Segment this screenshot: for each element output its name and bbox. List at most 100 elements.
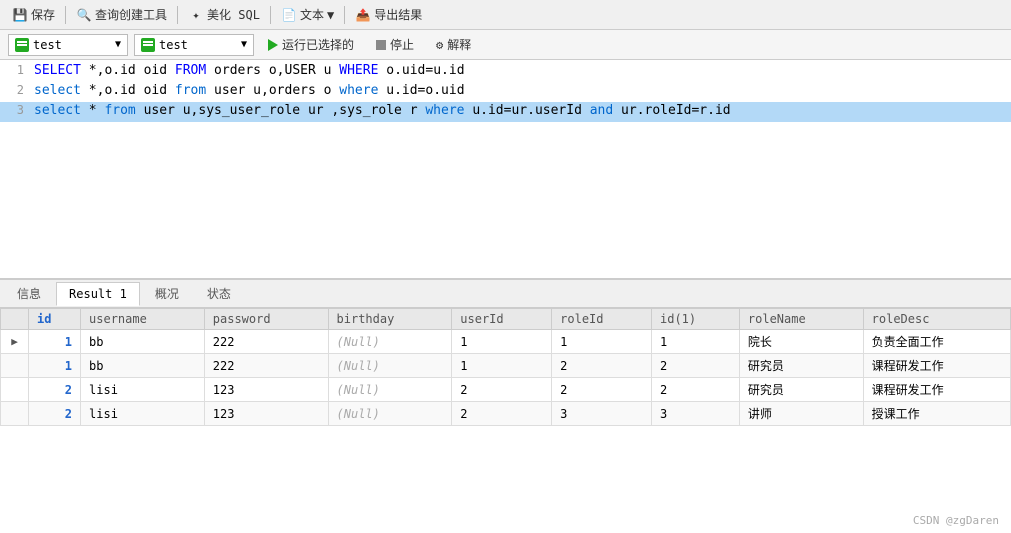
run-button[interactable]: 运行已选择的 bbox=[260, 34, 362, 55]
tab-result1[interactable]: Result 1 bbox=[56, 282, 140, 306]
table-cell: 2 bbox=[652, 354, 740, 378]
db2-select[interactable]: test ▼ bbox=[134, 34, 254, 56]
table-cell: 2 bbox=[452, 378, 552, 402]
table-cell: 院长 bbox=[739, 330, 863, 354]
table-cell: 2 bbox=[29, 402, 81, 426]
table-row: 2lisi123(Null)233讲师授课工作 bbox=[1, 402, 1011, 426]
editor-line-2: 2 select *,o.id oid from user u,orders o… bbox=[0, 82, 1011, 102]
table-cell: 课程研发工作 bbox=[863, 378, 1010, 402]
separator-4 bbox=[344, 6, 345, 24]
table-cell: 1 bbox=[452, 330, 552, 354]
db2-dropdown-icon: ▼ bbox=[241, 39, 247, 50]
tab-bar: 信息 Result 1 概况 状态 bbox=[0, 280, 1011, 308]
line-content-2: select *,o.id oid from user u,orders o w… bbox=[32, 83, 1011, 98]
tab-info[interactable]: 信息 bbox=[4, 280, 54, 307]
row-indicator bbox=[1, 402, 29, 426]
tab-overview[interactable]: 概况 bbox=[142, 280, 192, 307]
text-dropdown-icon: ▼ bbox=[327, 8, 334, 22]
table-cell: 1 bbox=[452, 354, 552, 378]
line-content-3: select * from user u,sys_user_role ur ,s… bbox=[32, 103, 1011, 118]
table-cell: lisi bbox=[81, 378, 205, 402]
beautify-button[interactable]: ✦ 美化 SQL bbox=[184, 4, 264, 25]
text-button[interactable]: 📄 文本 ▼ bbox=[277, 4, 338, 25]
col-id: id bbox=[29, 309, 81, 330]
table-cell: 3 bbox=[552, 402, 652, 426]
line-content-1: SELECT *,o.id oid FROM orders o,USER u W… bbox=[32, 63, 1011, 78]
stop-button[interactable]: 停止 bbox=[368, 34, 422, 55]
run-icon bbox=[268, 39, 278, 51]
table-cell: lisi bbox=[81, 402, 205, 426]
table-cell: 123 bbox=[204, 402, 328, 426]
table-cell: 1 bbox=[552, 330, 652, 354]
query-builder-button[interactable]: 🔍 查询创建工具 bbox=[72, 4, 171, 25]
table-header-row: id username password birthday userId rol… bbox=[1, 309, 1011, 330]
table-cell: 负责全面工作 bbox=[863, 330, 1010, 354]
col-rolename: roleName bbox=[739, 309, 863, 330]
connection-bar: test ▼ test ▼ 运行已选择的 停止 ⚙ 解释 bbox=[0, 30, 1011, 60]
table-cell: 1 bbox=[29, 330, 81, 354]
table-cell: (Null) bbox=[328, 330, 452, 354]
watermark: CSDN @zgDaren bbox=[913, 514, 999, 527]
line-number-3: 3 bbox=[0, 102, 32, 117]
table-cell: bb bbox=[81, 354, 205, 378]
table-cell: 1 bbox=[29, 354, 81, 378]
table-cell: 123 bbox=[204, 378, 328, 402]
table-cell: 222 bbox=[204, 354, 328, 378]
table-cell: 研究员 bbox=[739, 378, 863, 402]
table-row: 1bb222(Null)122研究员课程研发工作 bbox=[1, 354, 1011, 378]
table-cell: 2 bbox=[452, 402, 552, 426]
result-area[interactable]: id username password birthday userId rol… bbox=[0, 308, 1011, 533]
col-userid: userId bbox=[452, 309, 552, 330]
text-icon: 📄 bbox=[281, 7, 297, 23]
db1-dropdown-icon: ▼ bbox=[115, 39, 121, 50]
table-cell: 222 bbox=[204, 330, 328, 354]
export-icon: 📤 bbox=[355, 7, 371, 23]
table-cell: 2 bbox=[29, 378, 81, 402]
save-button[interactable]: 💾 保存 bbox=[8, 4, 59, 25]
toolbar: 💾 保存 🔍 查询创建工具 ✦ 美化 SQL 📄 文本 ▼ 📤 导出结果 bbox=[0, 0, 1011, 30]
line-number-2: 2 bbox=[0, 82, 32, 97]
row-indicator: ▶ bbox=[1, 330, 29, 354]
table-cell: (Null) bbox=[328, 354, 452, 378]
db1-icon bbox=[15, 38, 29, 52]
separator-3 bbox=[270, 6, 271, 24]
col-birthday: birthday bbox=[328, 309, 452, 330]
table-cell: 授课工作 bbox=[863, 402, 1010, 426]
result-table: id username password birthday userId rol… bbox=[0, 308, 1011, 426]
tab-status[interactable]: 状态 bbox=[194, 280, 244, 307]
col-indicator bbox=[1, 309, 29, 330]
col-password: password bbox=[204, 309, 328, 330]
table-cell: (Null) bbox=[328, 402, 452, 426]
table-cell: 课程研发工作 bbox=[863, 354, 1010, 378]
col-roledesc: roleDesc bbox=[863, 309, 1010, 330]
sql-editor[interactable]: 1 SELECT *,o.id oid FROM orders o,USER u… bbox=[0, 60, 1011, 280]
db2-icon bbox=[141, 38, 155, 52]
explain-icon: ⚙ bbox=[436, 38, 443, 52]
line-number-1: 1 bbox=[0, 62, 32, 77]
explain-button[interactable]: ⚙ 解释 bbox=[428, 34, 479, 55]
table-cell: 1 bbox=[652, 330, 740, 354]
table-cell: 研究员 bbox=[739, 354, 863, 378]
query-builder-icon: 🔍 bbox=[76, 7, 92, 23]
table-row: 2lisi123(Null)222研究员课程研发工作 bbox=[1, 378, 1011, 402]
table-cell: 2 bbox=[552, 354, 652, 378]
save-icon: 💾 bbox=[12, 7, 28, 23]
table-cell: 2 bbox=[552, 378, 652, 402]
table-cell: 讲师 bbox=[739, 402, 863, 426]
separator-1 bbox=[65, 6, 66, 24]
editor-line-1: 1 SELECT *,o.id oid FROM orders o,USER u… bbox=[0, 62, 1011, 82]
db1-select[interactable]: test ▼ bbox=[8, 34, 128, 56]
row-indicator bbox=[1, 354, 29, 378]
table-cell: (Null) bbox=[328, 378, 452, 402]
table-cell: 2 bbox=[652, 378, 740, 402]
stop-icon bbox=[376, 40, 386, 50]
table-row: ▶1bb222(Null)111院长负责全面工作 bbox=[1, 330, 1011, 354]
bottom-panel: 信息 Result 1 概况 状态 id username password b… bbox=[0, 280, 1011, 533]
export-button[interactable]: 📤 导出结果 bbox=[351, 4, 426, 25]
separator-2 bbox=[177, 6, 178, 24]
table-cell: bb bbox=[81, 330, 205, 354]
col-username: username bbox=[81, 309, 205, 330]
col-id1: id(1) bbox=[652, 309, 740, 330]
row-indicator bbox=[1, 378, 29, 402]
table-cell: 3 bbox=[652, 402, 740, 426]
